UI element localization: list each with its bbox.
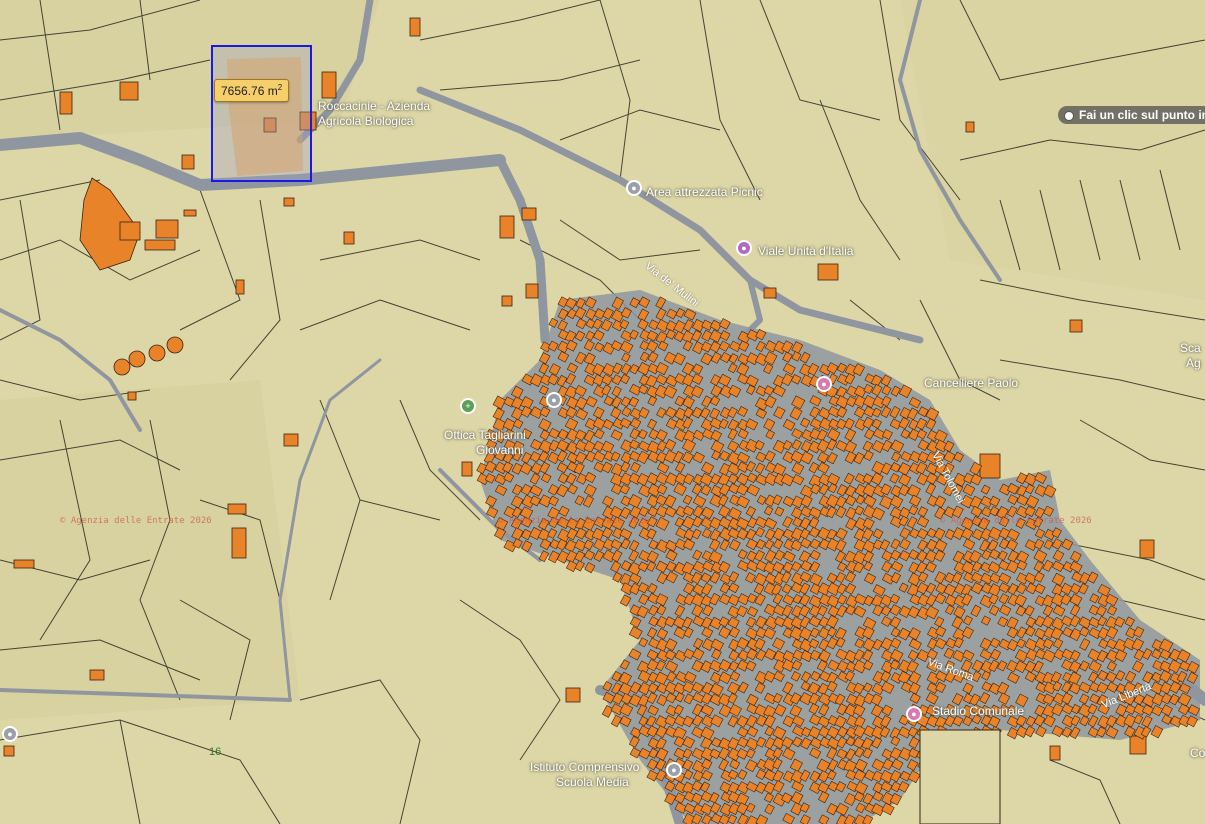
pin-icon[interactable]: ● (736, 240, 752, 256)
poi-farm-label-2: Agricola Biologica (318, 114, 414, 128)
watermark-right: © Agenzia delle Entrate 2026 (940, 516, 1092, 526)
map-pin-icon[interactable]: ● (666, 762, 682, 778)
poi-istituto-label-2: Scuola Media (556, 775, 629, 789)
poi-sca-label: Sca (1180, 341, 1201, 355)
poi-cancelliere-label: Cancelliere Paolo (924, 376, 1019, 390)
location-dot-icon (1064, 110, 1074, 121)
parcel-number-label: 16 (209, 746, 222, 758)
instruction-tooltip: Fai un clic sul punto ini (1058, 106, 1205, 124)
poi-ottica-label-1: Ottica Tagliarini (444, 428, 526, 442)
poi-ag-label: Ag (1186, 356, 1201, 370)
pin-icon[interactable]: ● (906, 706, 922, 722)
pin-icon[interactable]: ● (816, 376, 832, 392)
watermark-left: © Agenzia delle Entrate 2026 (60, 516, 212, 526)
poi-viale-label: Viale Unità d'Italia (758, 244, 854, 258)
measurement-selection-box[interactable] (211, 45, 312, 182)
map-pin-icon[interactable]: ● (626, 180, 642, 196)
map-pin-icon[interactable]: ● (546, 392, 562, 408)
area-measurement-label: 7656.76 m2 (214, 79, 290, 102)
location-dot-icon[interactable]: ● (2, 726, 18, 742)
area-exponent: 2 (277, 83, 283, 92)
cadastral-map[interactable] (0, 0, 1205, 824)
poi-istituto-label-1: Istituto Comprensivo (530, 760, 640, 774)
poi-farm-label-1: Roccacinie - Azienda (318, 99, 431, 113)
poi-stadio-label: Stadio Comunale (932, 704, 1025, 718)
poi-ottica-label-2: Giovanni (476, 443, 524, 457)
area-value: 7656.76 m (221, 84, 278, 98)
poi-co-label: Co (1190, 746, 1205, 760)
instruction-text: Fai un clic sul punto ini (1079, 108, 1205, 122)
sports-field (919, 729, 1001, 824)
poi-picnic-label: Area attrezzata Picnic (646, 185, 763, 199)
watermark-center: © Agenzia delle Entrate 2026 (498, 516, 650, 526)
pharmacy-icon[interactable]: + (460, 398, 476, 414)
